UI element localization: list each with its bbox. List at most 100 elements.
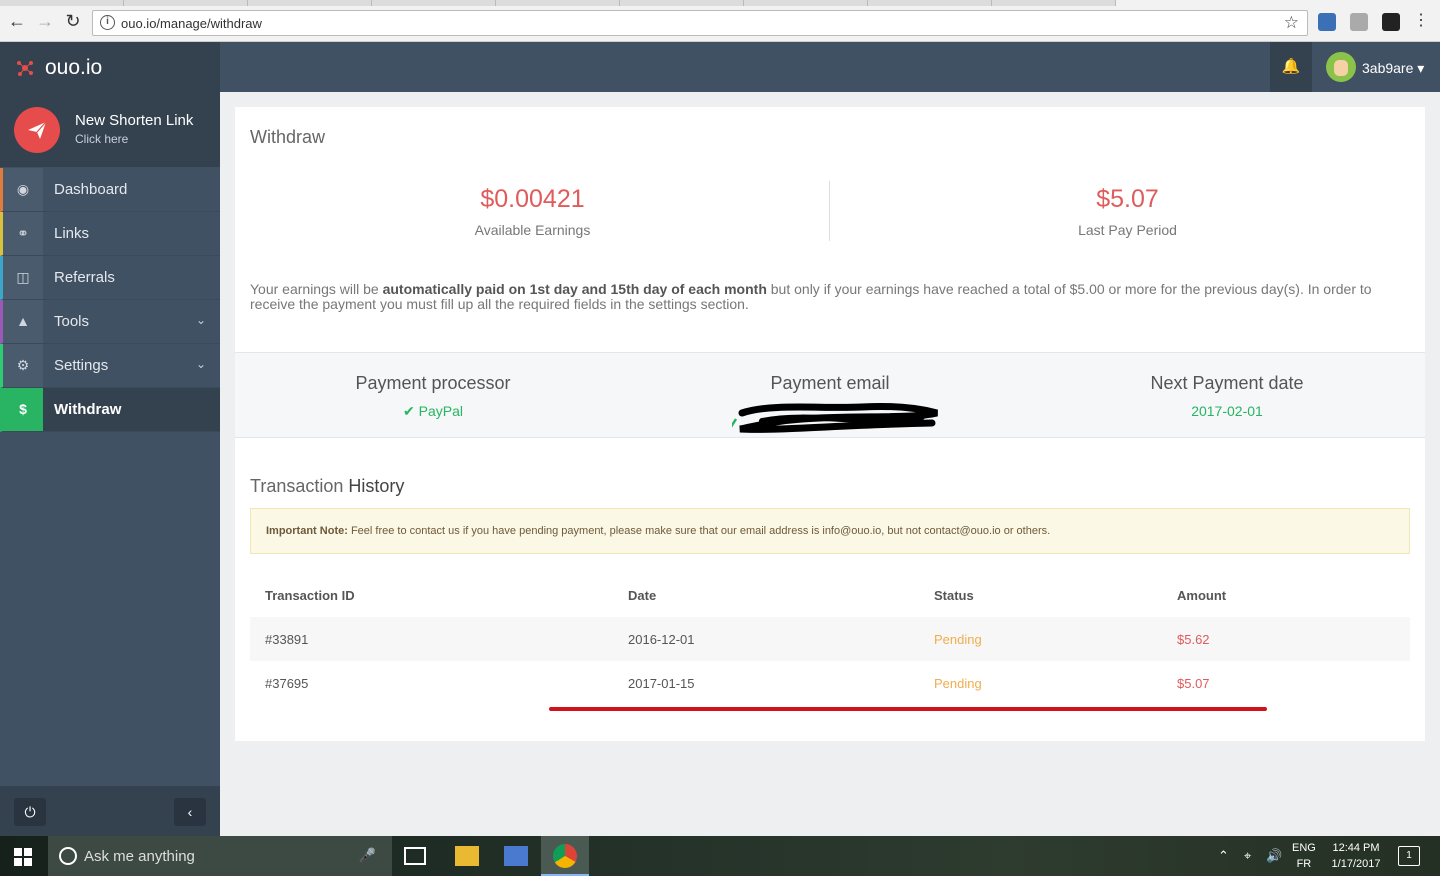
check-icon: ✔ <box>403 403 415 419</box>
paper-plane-icon <box>14 107 60 153</box>
wifi-icon[interactable]: ⌖ <box>1244 848 1251 864</box>
red-underline-annotation <box>549 707 1267 711</box>
browser-tab[interactable] <box>744 0 868 6</box>
payment-processor-value: ✔ PayPal <box>403 403 463 419</box>
table-row: #33891 2016-12-01 Pending $5.62 <box>250 617 1410 661</box>
browser-tab[interactable] <box>620 0 744 6</box>
volume-icon[interactable]: 🔊 <box>1266 848 1282 864</box>
transaction-amount: $5.62 <box>1177 632 1210 647</box>
transaction-id: #33891 <box>265 632 309 647</box>
browser-tab[interactable] <box>0 0 124 6</box>
payment-email: Payment email <box>632 373 1028 394</box>
browser-tab[interactable] <box>124 0 248 6</box>
forward-button[interactable]: → <box>36 12 54 30</box>
dollar-icon: $ <box>3 388 43 431</box>
browser-tab[interactable] <box>868 0 992 6</box>
column-header[interactable]: Transaction ID <box>265 588 355 603</box>
cortana-icon <box>59 847 77 865</box>
browser-tab[interactable] <box>248 0 372 6</box>
bell-icon[interactable]: 🔔 <box>1270 42 1312 92</box>
next-payment-date: Next Payment date 2017-02-01 <box>1029 373 1425 419</box>
browser-tab[interactable] <box>992 0 1116 6</box>
windows-start-icon[interactable] <box>14 848 32 866</box>
link-icon: ⚭ <box>3 212 43 255</box>
browser-chrome: ← → ↻ i ouo.io/manage/withdraw ☆ ⋮ <box>0 0 1440 42</box>
notification-center-icon[interactable]: 1 <box>1398 846 1420 866</box>
payment-processor: Payment processor ✔ PayPal <box>235 373 631 420</box>
available-earnings-value: $0.00421 <box>480 185 585 213</box>
menu-dots-icon[interactable]: ⋮ <box>1412 12 1430 30</box>
transaction-history-title: Transaction History <box>250 476 405 496</box>
gear-icon: ⚙ <box>3 344 43 387</box>
extension-icon[interactable] <box>1350 13 1368 31</box>
extension-icon[interactable] <box>1318 13 1336 31</box>
logo-icon <box>17 61 33 76</box>
top-navbar: 🔔 3ab9are ▾ <box>220 42 1440 92</box>
next-payment-date-value: 2017-02-01 <box>1191 403 1263 419</box>
sidebar-item-label: Links <box>54 225 90 242</box>
sidebar-item-dashboard[interactable]: ◉ Dashboard <box>0 168 220 212</box>
sidebar-item-label: Withdraw <box>54 401 122 418</box>
sidebar-item-label: Referrals <box>54 269 115 286</box>
language-indicator[interactable]: ENG FR <box>1292 840 1316 872</box>
column-header[interactable]: Date <box>628 588 656 603</box>
extension-icon[interactable] <box>1382 13 1400 31</box>
dashboard-icon: ◉ <box>3 168 43 211</box>
address-bar[interactable]: i ouo.io/manage/withdraw ☆ <box>92 10 1308 36</box>
payment-details: Payment processor ✔ PayPal Payment email… <box>235 352 1425 438</box>
tray-chevron-icon[interactable]: ⌃ <box>1218 848 1229 864</box>
search-placeholder: Ask me anything <box>84 848 195 865</box>
reload-button[interactable]: ↻ <box>64 12 82 30</box>
last-pay-period: $5.07 Last Pay Period <box>830 185 1425 238</box>
chrome-icon <box>553 844 577 868</box>
sidebar-menu: ◉ Dashboard ⚭ Links ◫ Referrals ▲ Tools … <box>0 168 220 432</box>
sidebar: ouo.io New Shorten Link Click here ◉ Das… <box>0 42 220 836</box>
flask-icon: ▲ <box>3 300 43 343</box>
sidebar-item-links[interactable]: ⚭ Links <box>0 212 220 256</box>
logo[interactable]: ouo.io <box>0 42 220 92</box>
page-title: Withdraw <box>250 127 326 147</box>
username: 3ab9are ▾ <box>1362 60 1425 76</box>
last-pay-period-label: Last Pay Period <box>1078 222 1177 238</box>
new-link-subtitle: Click here <box>75 132 129 146</box>
windows-taskbar: Ask me anything 🎤 ⌃ ⌖ 🔊 ENG FR 12:44 PM 1/… <box>0 836 1440 876</box>
transaction-amount: $5.07 <box>1177 676 1210 691</box>
sidebar-item-referrals[interactable]: ◫ Referrals <box>0 256 220 300</box>
collapse-sidebar-button[interactable]: ‹ <box>174 798 206 826</box>
bookmark-star-icon[interactable]: ☆ <box>1284 13 1299 33</box>
sidebar-item-tools[interactable]: ▲ Tools ⌄ <box>0 300 220 344</box>
new-link-title: New Shorten Link <box>75 112 194 129</box>
info-icon[interactable]: i <box>100 15 115 30</box>
avatar <box>1326 52 1356 82</box>
chrome-taskbar-item[interactable] <box>541 836 589 876</box>
transaction-id: #37695 <box>265 676 309 691</box>
browser-tab[interactable] <box>496 0 620 6</box>
chevron-down-icon: ⌄ <box>195 357 206 371</box>
sidebar-item-label: Settings <box>54 357 109 374</box>
browser-tab[interactable] <box>372 0 496 6</box>
last-pay-period-value: $5.07 <box>1096 185 1159 213</box>
power-icon[interactable]: ⏻ <box>14 798 46 826</box>
main-content: Withdraw $0.00421 Available Earnings $5.… <box>220 92 1440 836</box>
sidebar-item-label: Tools <box>54 313 90 330</box>
microphone-icon[interactable]: 🎤 <box>359 847 376 864</box>
url-text[interactable]: ouo.io/manage/withdraw <box>121 16 262 31</box>
table-row: #37695 2017-01-15 Pending $5.07 <box>250 661 1410 705</box>
payment-processor-label: Payment processor <box>355 373 511 393</box>
column-header[interactable]: Status <box>934 588 974 603</box>
app-icon[interactable] <box>504 846 528 866</box>
file-explorer-icon[interactable] <box>455 846 479 866</box>
sidebar-item-settings[interactable]: ⚙ Settings ⌄ <box>0 344 220 388</box>
new-shorten-link-button[interactable]: New Shorten Link Click here <box>0 92 220 167</box>
clock[interactable]: 12:44 PM 1/17/2017 <box>1326 840 1386 872</box>
task-view-icon[interactable] <box>404 847 426 865</box>
sidebar-footer: ⏻ ‹ <box>0 786 220 836</box>
withdraw-card: Withdraw $0.00421 Available Earnings $5.… <box>235 107 1425 741</box>
cortana-search-box[interactable]: Ask me anything 🎤 <box>48 836 392 876</box>
column-header[interactable]: Amount <box>1177 588 1226 603</box>
available-earnings: $0.00421 Available Earnings <box>235 185 830 238</box>
back-button[interactable]: ← <box>8 12 26 30</box>
transaction-date: 2016-12-01 <box>628 632 695 647</box>
transaction-table: Transaction ID Date Status Amount #33891… <box>250 573 1410 705</box>
sidebar-item-withdraw[interactable]: $ Withdraw <box>0 388 220 432</box>
